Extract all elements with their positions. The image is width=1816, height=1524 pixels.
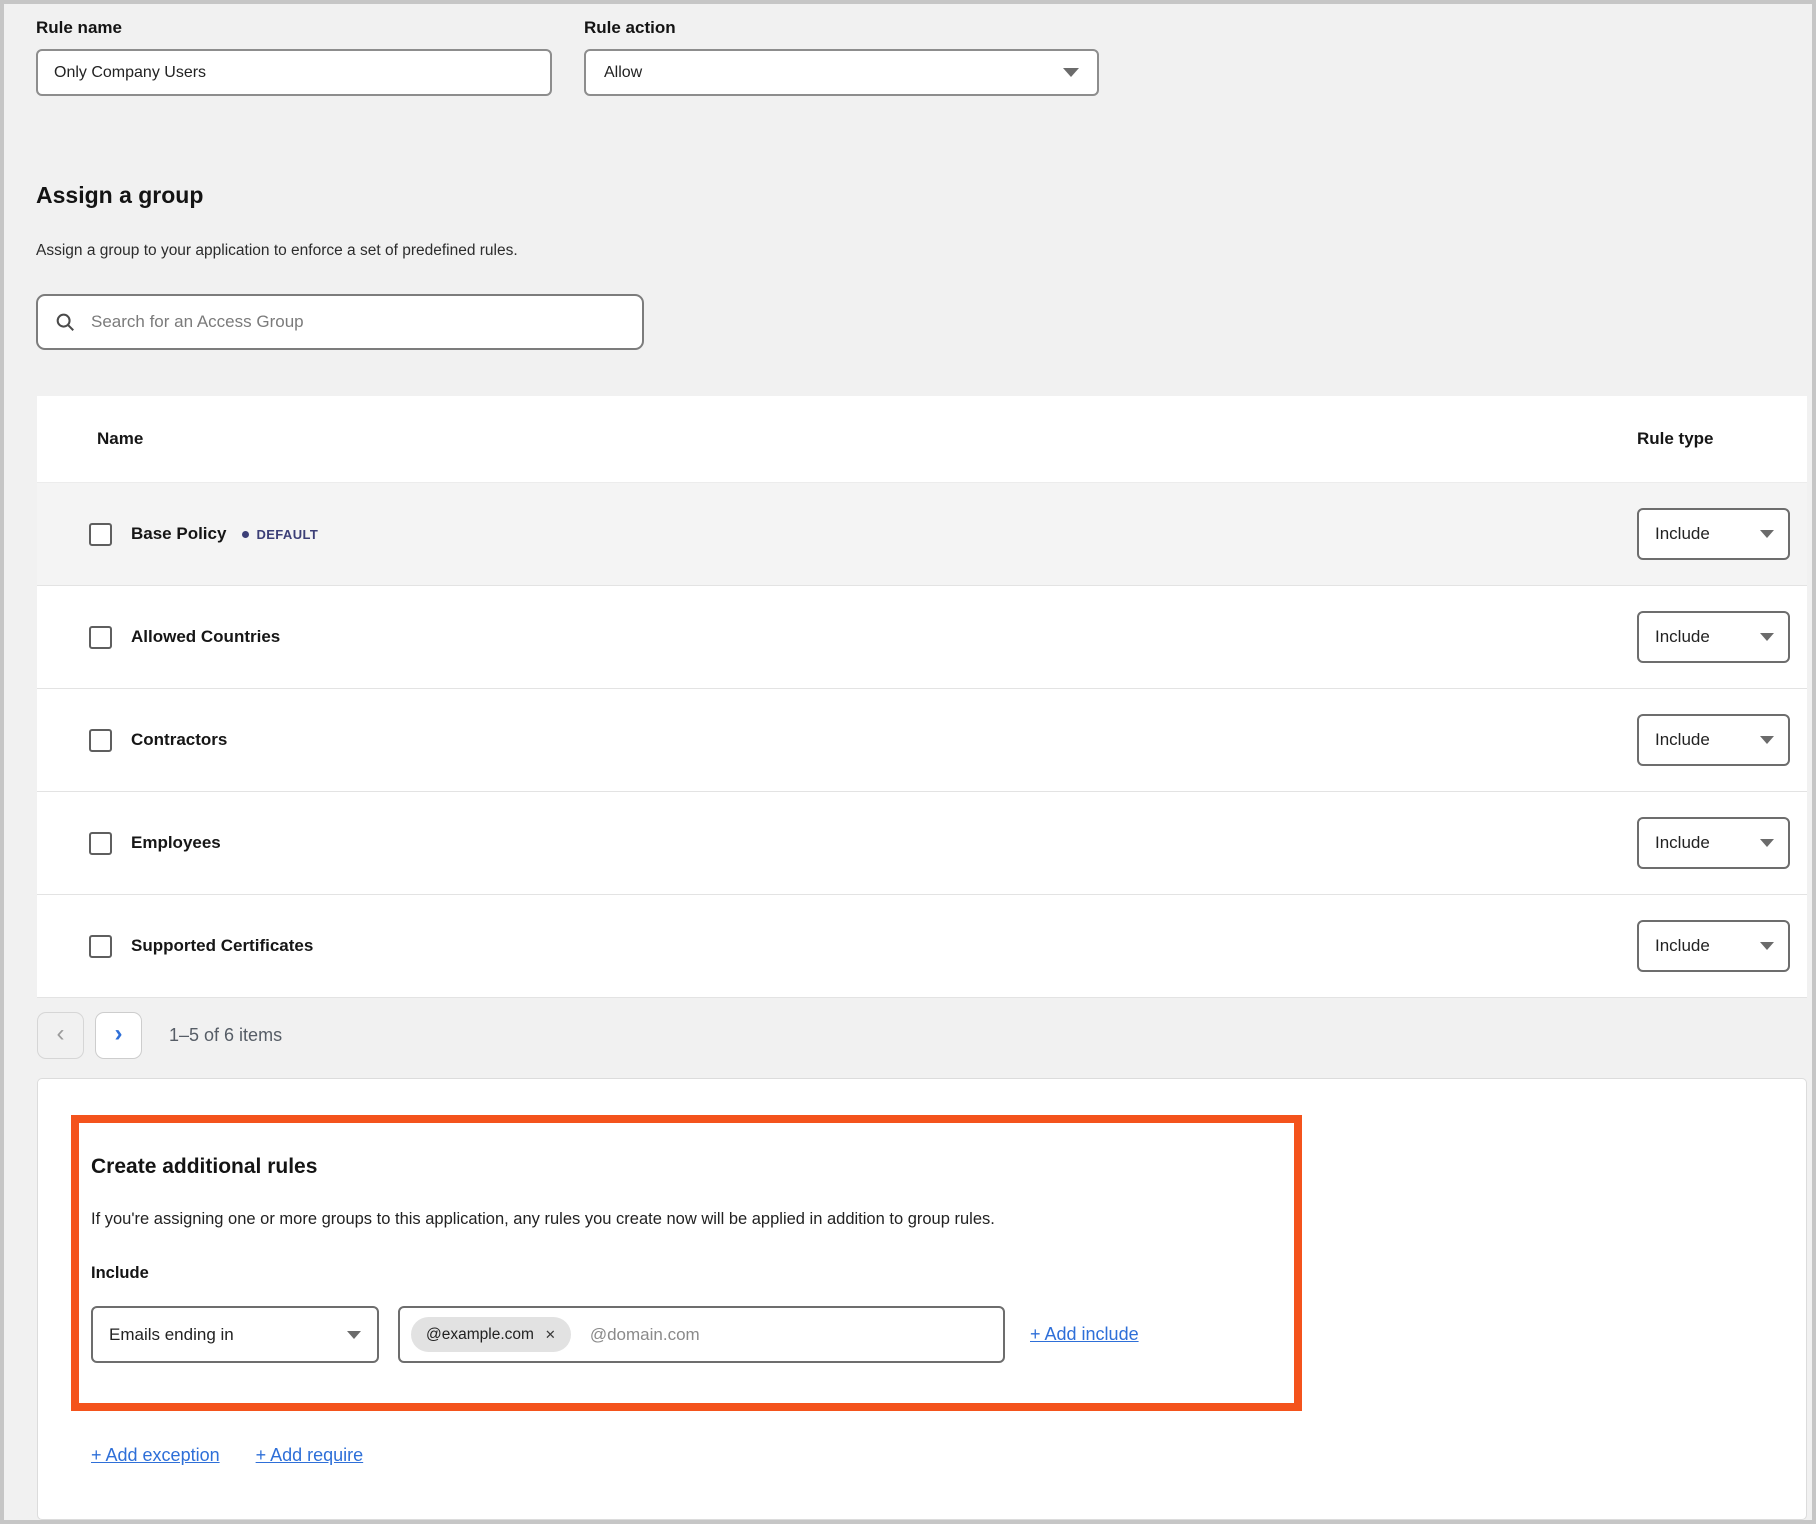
chevron-down-icon [347,1331,361,1339]
column-header-name: Name [37,429,143,449]
rule-type-value: Include [1655,936,1710,956]
close-icon[interactable]: ✕ [545,1328,556,1341]
footer-links: + Add exception + Add require [91,1445,363,1466]
rule-type-value: Include [1655,627,1710,647]
previous-page-button[interactable]: ‹ [37,1012,84,1059]
column-header-rule-type: Rule type [1637,429,1807,449]
bullet-icon [242,531,249,538]
rule-type-value: Include [1655,524,1710,544]
chevron-left-icon: ‹ [57,1022,65,1046]
search-input[interactable] [89,311,626,333]
table-header: Name Rule type [37,396,1807,482]
rule-type-select[interactable]: Include [1637,611,1790,663]
table-row: Base Policy DEFAULT Include [37,482,1807,585]
rule-type-select[interactable]: Include [1637,508,1790,560]
rule-action-select[interactable]: Allow [584,49,1099,96]
chevron-down-icon [1760,633,1774,641]
next-page-button[interactable]: › [95,1012,142,1059]
default-badge: DEFAULT [242,527,318,542]
email-domain-chip: @example.com ✕ [411,1317,571,1352]
chevron-down-icon [1063,68,1079,77]
chevron-down-icon [1760,839,1774,847]
include-label: Include [91,1264,1274,1283]
add-exception-link[interactable]: + Add exception [91,1445,220,1466]
search-icon [54,311,76,333]
rule-type-select[interactable]: Include [1637,920,1790,972]
table-row: Contractors Include [37,688,1807,791]
additional-rules-description: If you're assigning one or more groups t… [91,1210,1274,1229]
email-domain-input[interactable] [588,1324,992,1346]
chip-label: @example.com [426,1326,534,1344]
email-domain-tag-input[interactable]: @example.com ✕ [398,1306,1005,1363]
access-rule-page: Rule name Rule action Allow Assign a gro… [0,0,1816,1524]
row-checkbox[interactable] [89,626,112,649]
assign-group-description: Assign a group to your application to en… [36,242,518,260]
row-checkbox[interactable] [89,729,112,752]
condition-value: Emails ending in [109,1325,234,1345]
additional-rules-title: Create additional rules [91,1155,1274,1179]
add-include-link[interactable]: + Add include [1030,1324,1139,1345]
group-name: Allowed Countries [131,627,280,647]
condition-select[interactable]: Emails ending in [91,1306,379,1363]
rule-name-field-group: Rule name [36,18,552,96]
rule-type-select[interactable]: Include [1637,817,1790,869]
groups-table: Name Rule type Base Policy DEFAULT Inclu… [37,396,1807,998]
chevron-down-icon [1760,942,1774,950]
pagination-label: 1–5 of 6 items [169,1025,282,1046]
add-require-link[interactable]: + Add require [256,1445,364,1466]
table-row: Supported Certificates Include [37,894,1807,998]
rule-action-value: Allow [604,64,642,82]
rule-name-label: Rule name [36,18,552,38]
additional-rules-panel: Create additional rules If you're assign… [37,1078,1807,1520]
rule-action-label: Rule action [584,18,1099,38]
create-additional-rules-highlight: Create additional rules If you're assign… [71,1115,1302,1411]
rule-type-value: Include [1655,833,1710,853]
group-name: Contractors [131,730,227,750]
assign-group-title: Assign a group [36,182,203,209]
pagination: ‹ › 1–5 of 6 items [37,1012,282,1059]
table-row: Employees Include [37,791,1807,894]
row-checkbox[interactable] [89,523,112,546]
include-rule-controls: Emails ending in @example.com ✕ + Add in… [91,1306,1274,1363]
chevron-down-icon [1760,736,1774,744]
chevron-right-icon: › [115,1022,123,1046]
row-checkbox[interactable] [89,832,112,855]
rule-name-input[interactable] [36,49,552,96]
rule-action-field-group: Rule action Allow [584,18,1099,96]
group-name: Supported Certificates [131,936,313,956]
group-name: Base Policy [131,524,226,544]
access-group-search[interactable] [36,294,644,350]
table-row: Allowed Countries Include [37,585,1807,688]
default-badge-label: DEFAULT [256,527,318,542]
row-checkbox[interactable] [89,935,112,958]
rule-type-select[interactable]: Include [1637,714,1790,766]
rule-type-value: Include [1655,730,1710,750]
group-name: Employees [131,833,221,853]
chevron-down-icon [1760,530,1774,538]
